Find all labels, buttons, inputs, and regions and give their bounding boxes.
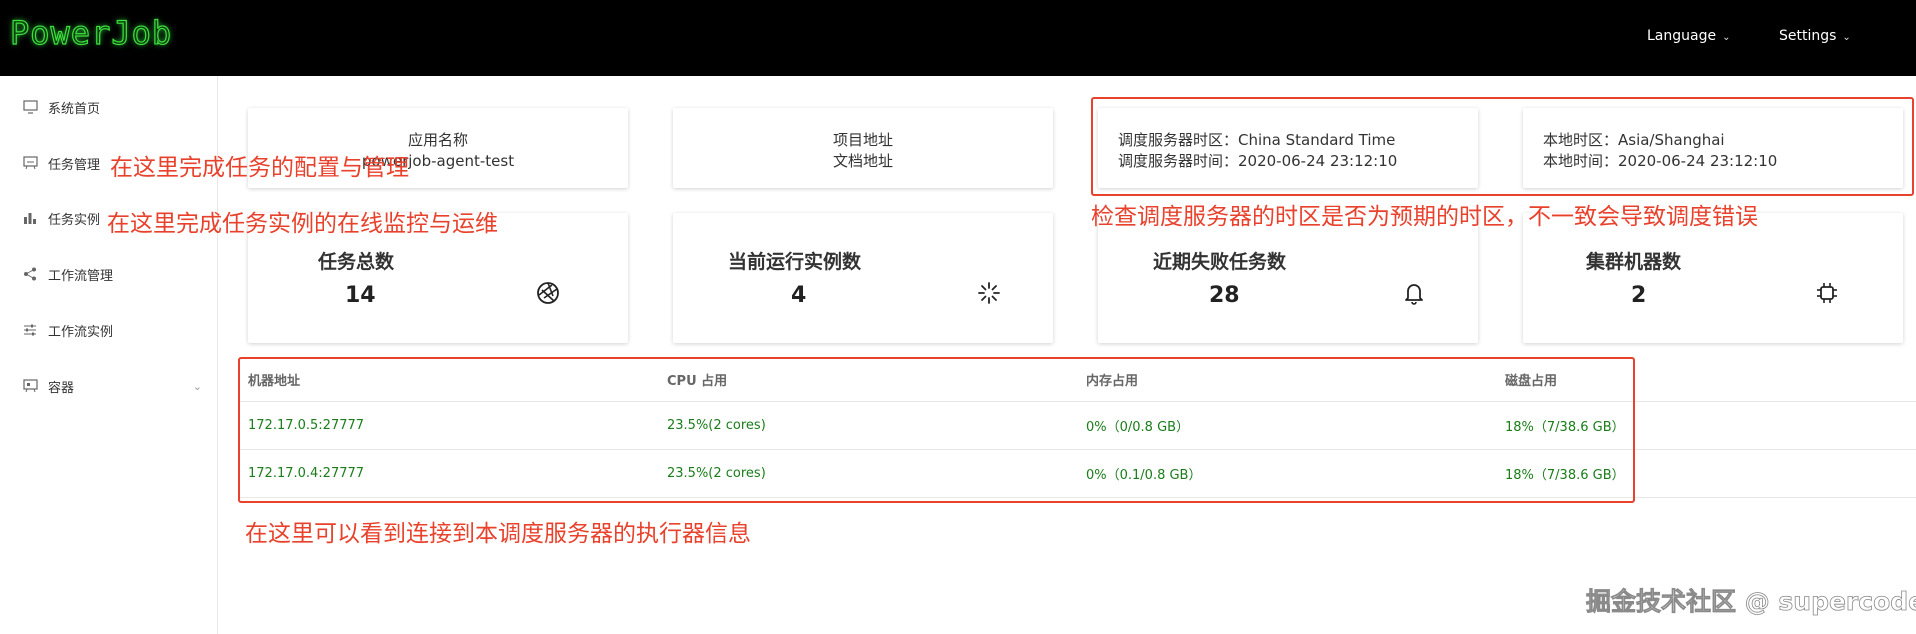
disk-usage-cell: 18%（7/38.6 GB） [1497, 449, 1916, 498]
loading-icon [978, 282, 1000, 304]
cpu-usage-cell: 23.5%(2 cores) [659, 449, 1078, 498]
sidebar-item-label: 任务管理 [48, 157, 101, 173]
top-bar: PowerJob Language ⌄ Settings ⌄ [0, 0, 1916, 76]
stat-title: 任务总数 [318, 251, 395, 273]
stat-value: 4 [791, 283, 807, 308]
settings-label: Settings [1779, 28, 1837, 44]
local-time-card: 本地时区：Asia/Shanghai 本地时间：2020-06-24 23:12… [1523, 108, 1903, 188]
links-card: 项目地址 文档地址 [673, 108, 1053, 188]
cpu-icon [1817, 283, 1837, 303]
monitor-icon [22, 99, 38, 115]
sidebar-item-label: 系统首页 [48, 101, 101, 117]
disk-usage-cell: 18%（7/38.6 GB） [1497, 401, 1916, 450]
column-header: 内存占用 [1078, 357, 1497, 402]
machine-table: 机器地址 CPU 占用 内存占用 磁盘占用 172.17.0.5:27777 2… [240, 357, 1916, 498]
cpu-usage-cell: 23.5%(2 cores) [659, 401, 1078, 450]
stat-title: 当前运行实例数 [728, 251, 862, 273]
memory-usage-cell: 0%（0.1/0.8 GB） [1078, 449, 1497, 498]
project-address-link[interactable]: 项目地址 [673, 130, 1053, 151]
chevron-down-icon: ⌄ [192, 379, 202, 393]
sidebar-item-label: 任务实例 [48, 212, 101, 228]
powerjob-logo[interactable]: PowerJob [9, 13, 172, 52]
local-timezone: 本地时区：Asia/Shanghai [1543, 131, 1725, 149]
doc-address-link[interactable]: 文档地址 [673, 151, 1053, 172]
sidebar-item-label: 容器 [48, 380, 75, 396]
server-time: 调度服务器时间：2020-06-24 23:12:10 [1118, 152, 1398, 170]
watermark: 掘金技术社区 @ supercode [1586, 587, 1916, 617]
aperture-icon [537, 282, 559, 304]
stat-title: 近期失败任务数 [1153, 251, 1287, 273]
column-header: 机器地址 [240, 357, 659, 402]
chevron-down-icon: ⌄ [1722, 32, 1731, 43]
language-label: Language [1647, 28, 1717, 44]
machine-address-cell: 172.17.0.4:27777 [240, 449, 659, 498]
annotation-timezone-check: 检查调度服务器的时区是否为预期的时区，不一致会导致调度错误 [1091, 204, 1758, 230]
annotation-task-manage: 在这里完成任务的配置与管理 [110, 155, 409, 181]
stat-title: 集群机器数 [1586, 251, 1682, 273]
sidebar-item-container[interactable]: 容器 ⌄ [22, 371, 202, 401]
stat-value: 2 [1631, 283, 1647, 308]
sidebar-item-label: 工作流实例 [48, 324, 114, 340]
container-icon [22, 378, 38, 394]
chevron-down-icon: ⌄ [1842, 32, 1851, 43]
bar-chart-icon [22, 210, 38, 226]
settings-menu[interactable]: Settings ⌄ [1779, 28, 1851, 44]
table-row: 172.17.0.5:27777 23.5%(2 cores) 0%（0/0.8… [240, 401, 1916, 450]
column-header: 磁盘占用 [1497, 357, 1916, 402]
stat-card-failed-jobs: 近期失败任务数 28 [1098, 213, 1478, 343]
local-time: 本地时间：2020-06-24 23:12:10 [1543, 152, 1778, 170]
memory-usage-cell: 0%（0/0.8 GB） [1078, 401, 1497, 450]
sidebar-item-workflow-instance[interactable]: 工作流实例 [22, 315, 202, 345]
sliders-icon [22, 322, 38, 338]
stat-value: 28 [1209, 283, 1240, 308]
server-timezone: 调度服务器时区：China Standard Time [1118, 131, 1396, 149]
table-header-row: 机器地址 CPU 占用 内存占用 磁盘占用 [240, 357, 1916, 402]
bell-icon [1405, 284, 1423, 305]
annotation-task-instance: 在这里完成任务实例的在线监控与运维 [107, 211, 498, 237]
machine-address-cell: 172.17.0.5:27777 [240, 401, 659, 450]
server-time-card: 调度服务器时区：China Standard Time 调度服务器时间：2020… [1098, 108, 1478, 188]
column-header: CPU 占用 [659, 357, 1078, 402]
sidebar-item-workflow-manage[interactable]: 工作流管理 [22, 259, 202, 289]
stat-card-cluster-machines: 集群机器数 2 [1523, 213, 1903, 343]
stat-value: 14 [345, 283, 376, 308]
share-icon [22, 266, 38, 282]
sidebar-item-label: 工作流管理 [48, 268, 114, 284]
sidebar-item-home[interactable]: 系统首页 [22, 92, 202, 122]
task-board-icon [22, 155, 38, 171]
stat-card-running-instances: 当前运行实例数 4 [673, 213, 1053, 343]
annotation-executors: 在这里可以看到连接到本调度服务器的执行器信息 [245, 521, 751, 547]
language-menu[interactable]: Language ⌄ [1647, 28, 1730, 44]
table-row: 172.17.0.4:27777 23.5%(2 cores) 0%（0.1/0… [240, 449, 1916, 498]
